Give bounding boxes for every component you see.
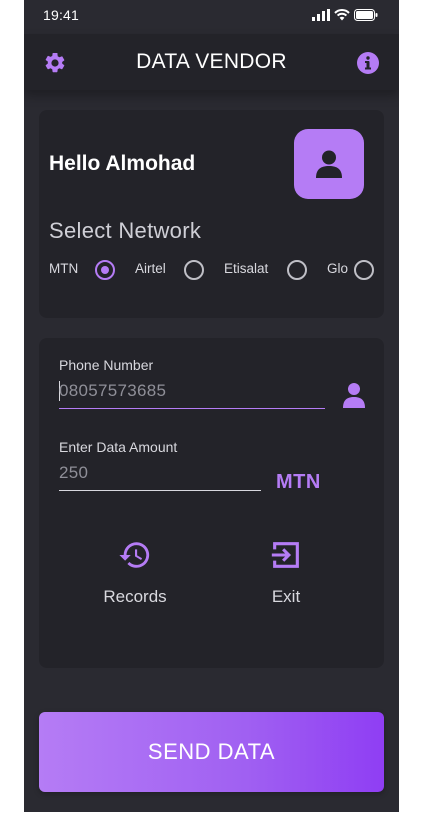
info-icon[interactable] xyxy=(357,52,379,74)
phone-number-input[interactable]: 08057573685 xyxy=(59,381,166,401)
status-bar: 19:41 xyxy=(24,0,399,34)
app-bar: DATA VENDOR xyxy=(24,34,399,90)
radio-etisalat[interactable] xyxy=(287,260,307,280)
phone-screen: 19:41 DATA VENDOR Hello Almohad Select N… xyxy=(24,0,399,812)
greeting-text: Hello Almohad xyxy=(49,152,196,175)
radio-mtn[interactable] xyxy=(95,260,115,280)
network-card: Hello Almohad Select Network MTN Airtel … xyxy=(39,110,384,318)
status-time: 19:41 xyxy=(43,7,80,23)
history-icon xyxy=(119,542,150,568)
wifi-icon xyxy=(334,9,350,21)
data-amount-input[interactable]: 250 xyxy=(59,463,88,483)
radio-label-etisalat: Etisalat xyxy=(224,261,269,276)
purchase-form-card: Phone Number 08057573685 Enter Data Amou… xyxy=(39,338,384,668)
radio-glo[interactable] xyxy=(354,260,374,280)
selected-network-badge: MTN xyxy=(276,471,321,493)
send-data-button[interactable]: SEND DATA xyxy=(39,712,384,792)
select-network-heading: Select Network xyxy=(49,218,202,243)
user-icon xyxy=(316,150,342,178)
radio-label-glo: Glo xyxy=(327,261,349,276)
exit-button[interactable]: Exit xyxy=(236,538,336,607)
network-radio-group: MTN Airtel Etisalat Glo xyxy=(49,258,379,282)
records-button[interactable]: Records xyxy=(85,538,185,607)
exit-icon xyxy=(271,542,299,568)
radio-label-mtn: MTN xyxy=(49,261,79,276)
records-label: Records xyxy=(103,587,167,606)
phone-number-label: Phone Number xyxy=(59,357,154,373)
battery-icon xyxy=(354,9,378,21)
phone-number-underline xyxy=(59,408,325,409)
data-amount-label: Enter Data Amount xyxy=(59,439,178,455)
exit-label: Exit xyxy=(271,587,301,606)
data-amount-underline xyxy=(59,490,261,491)
contact-icon[interactable] xyxy=(342,382,366,408)
avatar[interactable] xyxy=(294,129,364,199)
signal-icon xyxy=(312,9,330,21)
app-title: DATA VENDOR xyxy=(136,50,287,73)
status-icons xyxy=(312,9,378,21)
radio-airtel[interactable] xyxy=(184,260,204,280)
radio-label-airtel: Airtel xyxy=(135,261,166,276)
